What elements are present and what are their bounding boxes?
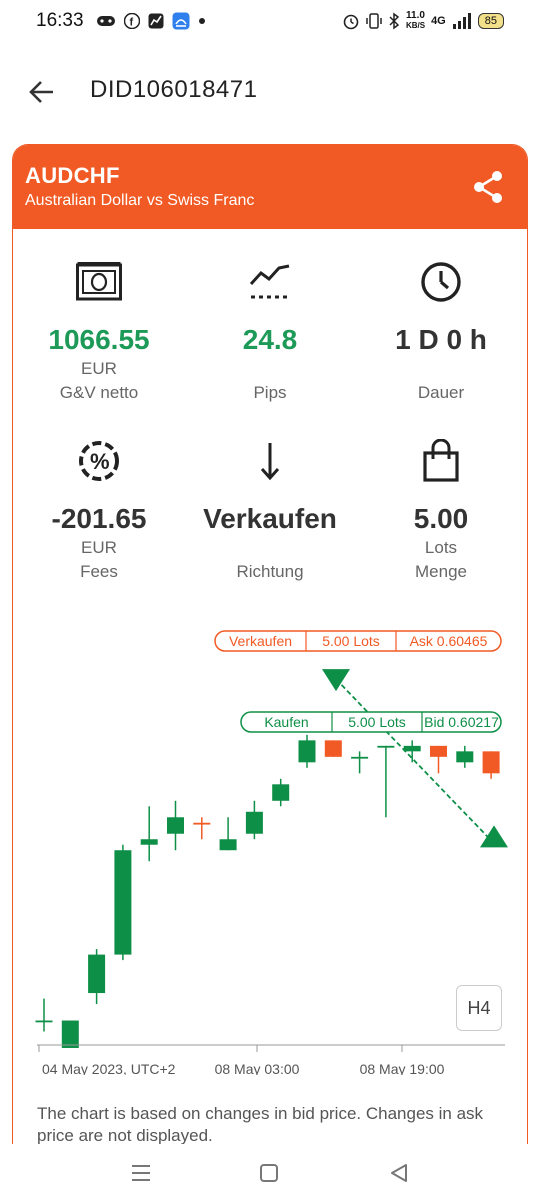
fees-value: -201.65 xyxy=(51,503,147,534)
candlestick-chart[interactable]: Verkaufen 5.00 Lots Ask 0.60465 Kaufen 5.00 … xyxy=(13,605,527,1077)
trend-icon xyxy=(249,264,290,299)
system-nav-bar xyxy=(0,1144,540,1200)
candle-body xyxy=(403,745,421,752)
candle-body xyxy=(272,784,290,801)
candle-body xyxy=(324,740,342,757)
fees-label: Fees xyxy=(80,562,118,581)
pips-value: 24.8 xyxy=(242,324,298,355)
status-bar: 16:33 f 11.0 KB/S 4G 85 xyxy=(0,0,540,44)
percent-icon: % xyxy=(79,441,119,481)
candle-body xyxy=(167,817,184,834)
volume-label: Menge xyxy=(415,562,467,581)
back-nav-icon[interactable] xyxy=(382,1156,416,1190)
timeframe-button[interactable]: H4 xyxy=(456,985,502,1031)
pips-label: Pips xyxy=(253,383,287,402)
arrow-down-icon xyxy=(260,443,280,481)
app-icon xyxy=(172,12,190,30)
volume-value: 5.00 xyxy=(413,503,469,534)
entry-marker xyxy=(322,669,350,692)
stat-volume: 5.00 Lots Menge xyxy=(355,436,527,584)
page-title: DID106018471 xyxy=(90,76,258,103)
candle-body xyxy=(61,1020,79,1048)
stat-duration: 1 D 0 h Dauer xyxy=(355,257,527,405)
profit-label: G&V netto xyxy=(59,383,139,402)
status-right: 11.0 KB/S 4G 85 xyxy=(342,8,504,34)
duration-label: Dauer xyxy=(417,383,465,402)
price-chart[interactable]: Verkaufen 5.00 Lots Ask 0.60465 Kaufen 5.00 … xyxy=(13,605,527,1077)
duration-value: 1 D 0 h xyxy=(395,324,487,355)
candle-body xyxy=(482,751,500,774)
svg-text:f: f xyxy=(130,17,134,29)
battery-indicator: 85 xyxy=(477,13,504,29)
facebook-icon: f xyxy=(124,13,140,29)
candle-body xyxy=(298,740,316,763)
chart-app-icon xyxy=(148,13,164,29)
candle-body xyxy=(351,756,369,759)
direction-unit xyxy=(184,536,356,560)
sell-price-label-text-1: 5.00 Lots xyxy=(322,633,380,649)
notification-icons: f xyxy=(96,10,206,32)
candle-body xyxy=(377,745,395,748)
profit-unit: EUR xyxy=(81,359,117,378)
back-arrow-icon[interactable] xyxy=(26,76,58,108)
chart-note: The chart is based on changes in bid pri… xyxy=(37,1104,484,1145)
money-icon xyxy=(76,262,122,301)
sell-price-label-text-2: Ask 0.60465 xyxy=(410,633,488,649)
buy-price-label: Kaufen 5.00 Lots Bid 0.60217 xyxy=(240,711,502,733)
network-speed: 11.0 KB/S xyxy=(405,10,426,31)
trade-card: AUDCHF Australian Dollar vs Swiss Franc … xyxy=(12,144,528,1145)
fees-unit: EUR xyxy=(81,538,117,557)
sell-price-label: Verkaufen 5.00 Lots Ask 0.60465 xyxy=(214,630,502,652)
bag-icon xyxy=(423,439,459,482)
stat-direction: Verkaufen Richtung xyxy=(184,436,356,584)
sell-price-label-text-0: Verkaufen xyxy=(229,633,292,649)
instrument-description: Australian Dollar vs Swiss Franc xyxy=(25,192,255,209)
candle-body xyxy=(193,822,211,825)
candle-body xyxy=(88,954,106,994)
exit-marker xyxy=(480,825,508,848)
pips-unit xyxy=(184,357,356,381)
stat-pips: 24.8 Pips xyxy=(184,257,356,405)
clock-icon xyxy=(421,262,461,302)
stat-fees: % -201.65 EUR Fees xyxy=(13,436,185,584)
buy-price-label-text-2: Bid 0.60217 xyxy=(424,714,499,730)
x-axis-label: 08 May 03:00 xyxy=(215,1061,300,1075)
candle-body xyxy=(430,745,447,757)
card-header: AUDCHF Australian Dollar vs Swiss Franc xyxy=(13,145,527,229)
buy-price-label-text-0: Kaufen xyxy=(264,714,308,730)
vibrate-icon xyxy=(366,13,382,29)
candle-body xyxy=(35,1020,53,1023)
app-header: DID106018471 xyxy=(0,60,540,124)
menu-icon[interactable] xyxy=(124,1156,158,1190)
candle-body xyxy=(456,751,474,763)
share-icon[interactable] xyxy=(471,169,505,205)
home-icon[interactable] xyxy=(252,1156,286,1190)
candle-body xyxy=(245,811,263,834)
buy-price-label-text-1: 5.00 Lots xyxy=(348,714,406,730)
volume-unit: Lots xyxy=(424,538,458,557)
network-type: 4G xyxy=(431,15,446,27)
alarm-icon xyxy=(343,14,359,30)
stat-profit: 1066.55 EUR G&V netto xyxy=(13,257,185,405)
status-time: 16:33 xyxy=(36,10,84,31)
bluetooth-icon xyxy=(389,12,400,30)
dot-icon xyxy=(199,18,205,24)
candle-body xyxy=(140,839,158,845)
candle-body xyxy=(219,839,237,851)
direction-label: Richtung xyxy=(236,562,304,581)
x-axis-label: 08 May 19:00 xyxy=(360,1061,445,1075)
candle-body xyxy=(114,850,132,955)
instrument-symbol: AUDCHF xyxy=(25,163,120,188)
duration-unit xyxy=(355,357,527,381)
direction-value: Verkaufen xyxy=(203,503,337,534)
signal-icon xyxy=(452,13,471,29)
profit-value: 1066.55 xyxy=(48,324,150,355)
x-axis-label: 04 May 2023, UTC+2 xyxy=(42,1061,176,1075)
game-controller-icon xyxy=(97,16,115,26)
svg-text:%: % xyxy=(90,449,110,474)
